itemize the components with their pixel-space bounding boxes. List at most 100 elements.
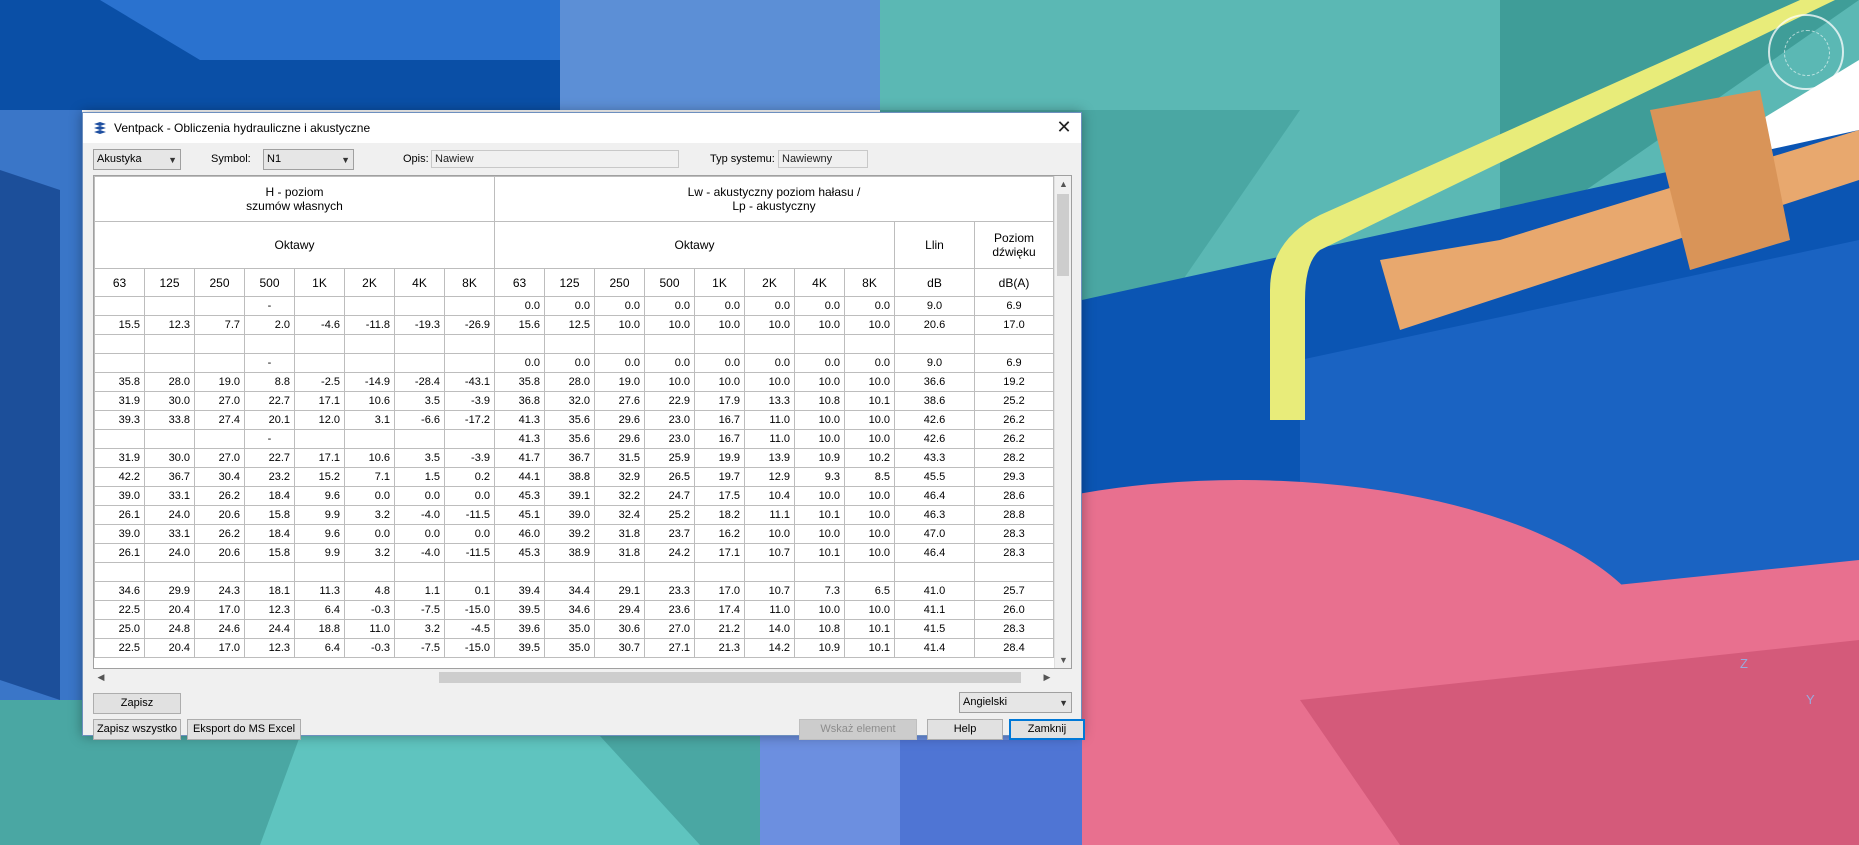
vertical-scroll-thumb[interactable] xyxy=(1057,194,1069,276)
table-row[interactable]: -0.0 0.0 0.0 0.0 0.0 0.0 0.0 0.0 9.0 6.9 xyxy=(94,296,1054,316)
table-row[interactable]: 39.0 33.1 26.2 18.4 9.6 0.0 0.0 0.0 46.0 39.2 31.8… xyxy=(94,524,1054,544)
scroll-right-icon[interactable]: ▶ xyxy=(1039,669,1055,686)
h-cell xyxy=(344,562,395,582)
lw-cell: 41.3 xyxy=(494,429,545,449)
table-row[interactable]: 39.0 33.1 26.2 18.4 9.6 0.0 0.0 0.0 45.3 39.1 32.2… xyxy=(94,486,1054,506)
llin-header: Llin xyxy=(894,221,975,269)
llin-cell: 36.6 xyxy=(894,372,975,392)
lw-cell: 35.8 xyxy=(494,372,545,392)
table-row[interactable]: 22.5 20.4 17.0 12.3 6.4 -0.3 -7.5 -15.0 39.5 34.6… xyxy=(94,600,1054,620)
lw-cell: 0.0 xyxy=(794,353,845,373)
lw-cell: 15.6 xyxy=(494,315,545,335)
dialog-titlebar[interactable]: Ventpack - Obliczenia hydrauliczne i aku… xyxy=(83,113,1081,143)
sound-level-cell: 25.2 xyxy=(974,391,1054,411)
lw-cell xyxy=(544,334,595,354)
scroll-left-icon[interactable]: ◀ xyxy=(93,669,109,686)
h-cell xyxy=(144,353,195,373)
lw-cell: 10.8 xyxy=(794,391,845,411)
language-select[interactable]: Angielski ▼ xyxy=(959,692,1072,713)
h-cell: 7.7 xyxy=(194,315,245,335)
desc-field[interactable]: Nawiew xyxy=(431,150,679,168)
table-row[interactable]: 25.0 24.8 24.6 24.4 18.8 11.0 3.2 -4.5 39.6 35.0 3… xyxy=(94,619,1054,639)
horizontal-scrollbar[interactable]: ◀ ▶ xyxy=(93,669,1055,686)
llin-cell: 41.1 xyxy=(894,600,975,620)
h-cell xyxy=(394,429,445,449)
lw-cell: 34.6 xyxy=(544,600,595,620)
symbol-select[interactable]: N1 ▼ xyxy=(263,149,354,170)
table-row[interactable]: 26.1 24.0 20.6 15.8 9.9 3.2 -4.0 -11.5 45.1 39.0 3… xyxy=(94,505,1054,525)
table-row[interactable]: 22.5 20.4 17.0 12.3 6.4 -0.3 -7.5 -15.0 39.5 35.0… xyxy=(94,638,1054,658)
h-cell: 24.4 xyxy=(244,619,295,639)
lw-cell: 17.0 xyxy=(694,581,745,601)
lw-cell: 13.3 xyxy=(744,391,795,411)
vertical-scrollbar[interactable]: ▲ ▼ xyxy=(1054,176,1071,668)
h-cell: -28.4 xyxy=(394,372,445,392)
sound-level-cell xyxy=(974,334,1054,354)
table-row[interactable]: -41.3 35.6 29.6 23.0 16.7 11.0 10.0 10.0 42.6 26.… xyxy=(94,429,1054,449)
table-row[interactable]: 15.5 12.3 7.7 2.0 -4.6 -11.8 -19.3 -26.9 15.6 12.… xyxy=(94,315,1054,335)
lw-cell: 31.5 xyxy=(594,448,645,468)
help-button[interactable]: Help xyxy=(927,719,1003,740)
lw-cell: 21.2 xyxy=(694,619,745,639)
h-cell: 10.6 xyxy=(344,391,395,411)
h-cell: -3.9 xyxy=(444,448,495,468)
view-cube-compass[interactable] xyxy=(1768,14,1844,90)
h-cell xyxy=(94,296,145,316)
lw-cell: 14.0 xyxy=(744,619,795,639)
lw-cell: 19.0 xyxy=(594,372,645,392)
lw-cell: 10.0 xyxy=(694,372,745,392)
horizontal-scroll-thumb[interactable] xyxy=(439,672,1021,683)
scroll-down-icon[interactable]: ▼ xyxy=(1055,652,1071,668)
h-cell: 2.0 xyxy=(244,315,295,335)
results-grid[interactable]: H - poziom szumów własnych Lw - akustycz… xyxy=(93,175,1072,669)
table-row[interactable]: 31.9 30.0 27.0 22.7 17.1 10.6 3.5 -3.9 41.7 36.7 3… xyxy=(94,448,1054,468)
system-type-field[interactable]: Nawiewny xyxy=(778,150,868,168)
lw-cell: 23.7 xyxy=(644,524,695,544)
scroll-up-icon[interactable]: ▲ xyxy=(1055,176,1071,192)
lw-cell xyxy=(544,562,595,582)
h-cell: 0.0 xyxy=(344,486,395,506)
lw-cell: 10.1 xyxy=(844,619,895,639)
lw-cell: 0.0 xyxy=(744,353,795,373)
table-row[interactable]: 34.6 29.9 24.3 18.1 11.3 4.8 1.1 0.1 39.4 34.4 29.… xyxy=(94,581,1054,601)
save-button[interactable]: Zapisz xyxy=(93,693,181,714)
export-excel-button[interactable]: Eksport do MS Excel xyxy=(187,719,301,740)
h-cell: 26.1 xyxy=(94,543,145,563)
mode-select[interactable]: Akustyka ▼ xyxy=(93,149,181,170)
table-row[interactable] xyxy=(94,562,1054,582)
lw-cell: 10.0 xyxy=(844,410,895,430)
h-cell xyxy=(144,334,195,354)
h-cell: 42.2 xyxy=(94,467,145,487)
lw-cell: 24.7 xyxy=(644,486,695,506)
lw-cell: 12.5 xyxy=(544,315,595,335)
h-cell: 0.0 xyxy=(394,486,445,506)
sound-level-cell: 6.9 xyxy=(974,296,1054,316)
lw-cell: 22.9 xyxy=(644,391,695,411)
lw-cell: 13.9 xyxy=(744,448,795,468)
sound-level-cell: 28.4 xyxy=(974,638,1054,658)
band-header-lw: 2K xyxy=(744,268,795,297)
h-cell: - xyxy=(244,353,295,373)
table-row[interactable]: 35.8 28.0 19.0 8.8 -2.5 -14.9 -28.4 -43.1 35.8 28… xyxy=(94,372,1054,392)
table-row[interactable]: 39.3 33.8 27.4 20.1 12.0 3.1 -6.6 -17.2 41.3 35.6… xyxy=(94,410,1054,430)
save-all-button[interactable]: Zapisz wszystko xyxy=(93,719,181,740)
h-cell: 18.8 xyxy=(294,619,345,639)
show-element-button[interactable]: Wskaż element xyxy=(799,719,917,740)
lw-cell xyxy=(494,334,545,354)
h-cell: 1.1 xyxy=(394,581,445,601)
table-row[interactable]: 42.2 36.7 30.4 23.2 15.2 7.1 1.5 0.2 44.1 38.8 32.… xyxy=(94,467,1054,487)
lw-cell: 44.1 xyxy=(494,467,545,487)
octaves-header-right: Oktawy xyxy=(494,221,895,269)
table-row[interactable] xyxy=(94,334,1054,354)
table-row[interactable]: 26.1 24.0 20.6 15.8 9.9 3.2 -4.0 -11.5 45.3 38.9 3… xyxy=(94,543,1054,563)
close-icon[interactable]: ✕ xyxy=(1053,117,1075,139)
lw-cell: 10.0 xyxy=(794,315,845,335)
band-header-h: 8K xyxy=(444,268,495,297)
h-cell xyxy=(244,334,295,354)
h-cell: 39.3 xyxy=(94,410,145,430)
close-button[interactable]: Zamknij xyxy=(1009,719,1085,740)
lw-cell: 11.0 xyxy=(744,429,795,449)
table-row[interactable]: -0.0 0.0 0.0 0.0 0.0 0.0 0.0 0.0 9.0 6.9 xyxy=(94,353,1054,373)
lw-cell xyxy=(844,562,895,582)
table-row[interactable]: 31.9 30.0 27.0 22.7 17.1 10.6 3.5 -3.9 36.8 32.0 2… xyxy=(94,391,1054,411)
